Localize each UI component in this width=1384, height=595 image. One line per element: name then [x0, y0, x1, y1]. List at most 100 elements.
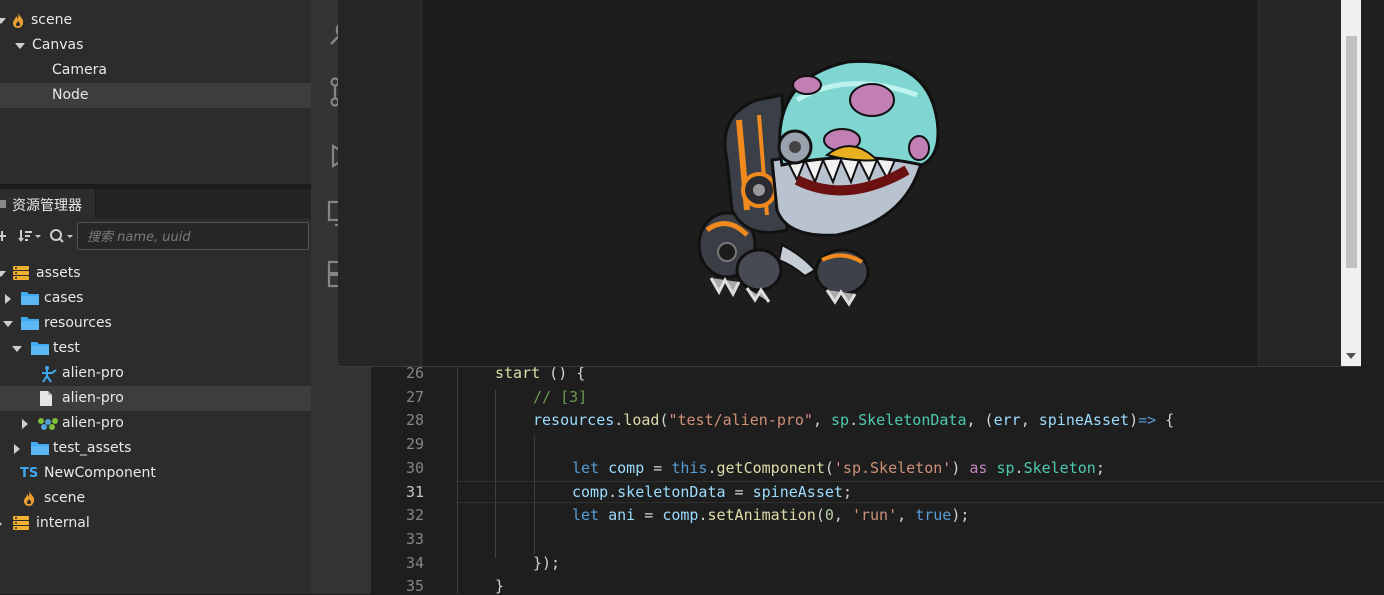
file-icon [39, 390, 53, 408]
assets-tab-bar: 资源管理器 [0, 189, 311, 218]
skeleton-icon [39, 365, 59, 383]
code-token: setAnimation [707, 506, 816, 525]
code-line: } [495, 577, 504, 595]
expand-arrow-icon[interactable] [15, 43, 25, 49]
code-token: . [849, 411, 859, 430]
code-token: ( [815, 506, 825, 525]
asset-item[interactable]: resources [0, 311, 311, 336]
tree-item-node[interactable]: Node [0, 83, 311, 108]
asset-item[interactable]: test_assets [0, 436, 311, 461]
add-icon[interactable] [0, 230, 8, 242]
code-token: sp [831, 411, 850, 430]
code-token: let [572, 458, 600, 477]
tab-label: 资源管理器 [12, 198, 82, 214]
code-token: ; [842, 482, 852, 501]
code-token: 'sp.Skeleton' [833, 458, 952, 477]
line-number: 28 [405, 411, 424, 430]
expand-arrow-icon[interactable] [5, 294, 11, 304]
expand-arrow-icon[interactable] [22, 419, 28, 429]
code-token: err [993, 411, 1021, 430]
line-number: 35 [405, 577, 424, 595]
line-number: 32 [405, 506, 424, 525]
expand-arrow-icon[interactable] [14, 444, 20, 454]
search-box [77, 222, 309, 251]
code-token: , ( [966, 411, 994, 430]
tab-assets[interactable]: 资源管理器 [0, 189, 96, 218]
search-filter-icon[interactable] [49, 228, 75, 244]
scrollbar-thumb[interactable] [1346, 36, 1357, 268]
asset-item[interactable]: scene [0, 486, 311, 511]
code-token: ani [608, 506, 636, 525]
asset-item-label: test_assets [53, 440, 132, 456]
asset-item[interactable]: cases [0, 286, 311, 311]
asset-item[interactable]: TS NewComponent [0, 461, 311, 486]
code-token: resources [533, 411, 615, 430]
line-number: 33 [405, 529, 424, 548]
code-token: comp [572, 482, 609, 501]
asset-item-label: alien-pro [62, 365, 124, 381]
code-token: }); [533, 553, 561, 572]
sort-icon[interactable] [18, 229, 42, 243]
asset-item-label: resources [44, 315, 112, 331]
preview-window [338, 0, 1361, 367]
collapse-arrow-icon[interactable] [3, 321, 13, 327]
code-token: comp [608, 458, 645, 477]
code-token: spineAsset [1038, 411, 1130, 430]
code-token: ( [824, 458, 834, 477]
asset-item[interactable]: test [0, 336, 311, 361]
code-line: }); [533, 554, 560, 572]
code-token: . [1014, 458, 1024, 477]
tree-item-label: Camera [52, 62, 107, 78]
search-input[interactable] [78, 223, 304, 251]
code-token: , [833, 506, 852, 525]
tree-item-scene[interactable]: scene [0, 8, 311, 33]
code-token: , [812, 411, 832, 430]
code-token: = [644, 458, 672, 477]
assets-tree: assets cases resources test alien-pro alien-p… [0, 261, 311, 551]
asset-item-label: scene [44, 490, 86, 506]
asset-item[interactable]: alien-pro [0, 411, 311, 436]
expand-arrow-icon[interactable] [0, 519, 2, 529]
asset-item[interactable]: assets [0, 261, 311, 286]
expand-arrow-icon[interactable] [0, 18, 6, 24]
tree-item-label: scene [31, 12, 73, 28]
code-token: spineAsset [752, 482, 843, 501]
code-token: sp [996, 458, 1015, 477]
line-number: 31 [405, 482, 424, 501]
alien-pro-robot-dinosaur [697, 59, 940, 307]
asset-item-label: cases [44, 290, 84, 306]
line-number: 27 [405, 387, 424, 406]
asset-item[interactable]: internal [0, 511, 311, 536]
code-token: "test/alien-pro" [668, 411, 813, 430]
asset-item-label: assets [36, 265, 81, 281]
code-token: ); [951, 506, 970, 525]
line-number: 30 [405, 458, 424, 477]
asset-item[interactable]: alien-pro [0, 386, 311, 411]
preview-canvas[interactable] [421, 0, 1259, 366]
code-token: = [635, 506, 663, 525]
code-line: let ani = comp.setAnimation(0, 'run', tr… [572, 506, 969, 524]
code-line: resources.load("test/alien-pro", sp.Skel… [533, 411, 1174, 429]
asset-item-label: alien-pro [62, 415, 124, 431]
code-token: getComponent [716, 458, 825, 477]
flame-icon [22, 490, 36, 508]
database-icon [12, 265, 30, 283]
code-token: SkeletonData [858, 411, 967, 430]
asset-item[interactable]: alien-pro [0, 361, 311, 386]
collapse-arrow-icon[interactable] [12, 346, 22, 352]
flame-icon [13, 13, 24, 28]
database-icon [12, 515, 30, 533]
collapse-arrow-icon[interactable] [0, 271, 6, 277]
preview-scrollbar[interactable] [1341, 0, 1361, 366]
tree-item-canvas[interactable]: Canvas [0, 33, 311, 58]
code-token: . [707, 458, 717, 477]
code-token: ) [1129, 411, 1139, 430]
code-token: , [1020, 411, 1039, 430]
code-token: true [915, 506, 952, 525]
tree-item-camera[interactable]: Camera [0, 58, 311, 83]
folder-icon [20, 290, 40, 308]
hierarchy-panel: scene Canvas Camera Node [0, 0, 311, 184]
asset-item-label: alien-pro [62, 390, 124, 406]
scroll-down-icon[interactable] [1346, 352, 1356, 360]
